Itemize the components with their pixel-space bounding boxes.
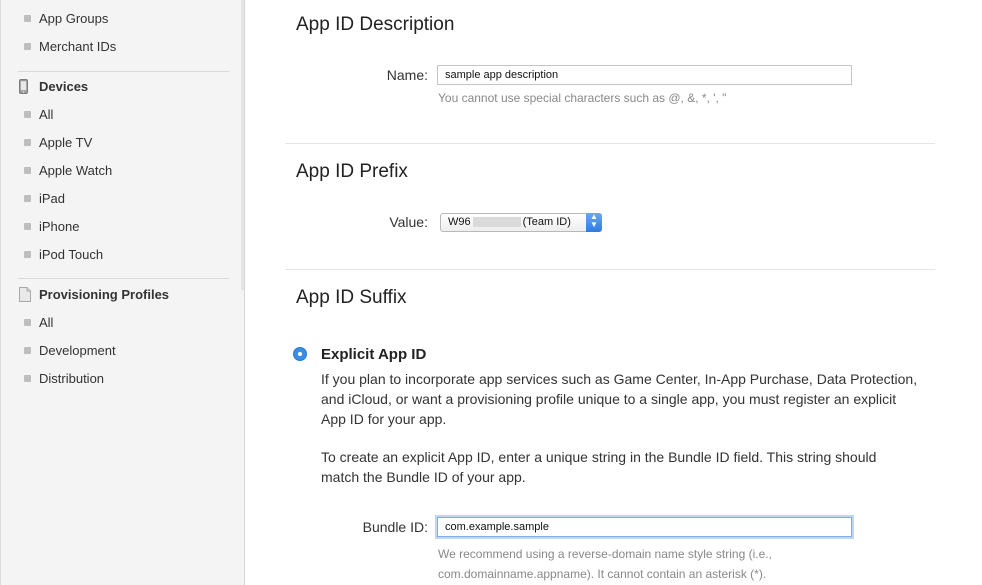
section-divider bbox=[285, 269, 935, 270]
sidebar-item-ipad[interactable]: iPad bbox=[24, 190, 66, 208]
section-divider bbox=[285, 143, 935, 144]
name-label: Name: bbox=[386, 67, 428, 83]
value-label: Value: bbox=[389, 214, 428, 230]
bullet-icon bbox=[24, 15, 31, 22]
sidebar-heading-label: Provisioning Profiles bbox=[39, 287, 170, 302]
sidebar-item-merchant-ids[interactable]: Merchant IDs bbox=[24, 38, 117, 56]
team-id-prefix: W96 bbox=[448, 216, 471, 228]
main-content: App ID Description Name: You cannot use … bbox=[246, 0, 982, 585]
bundle-id-label: Bundle ID: bbox=[362, 519, 428, 535]
sidebar-item-label: iPod Touch bbox=[39, 247, 104, 262]
device-icon bbox=[19, 79, 28, 99]
bullet-icon bbox=[24, 347, 31, 354]
sidebar-item-label: Development bbox=[39, 343, 116, 358]
bundle-id-hint: We recommend using a reverse-domain name… bbox=[438, 547, 772, 581]
sidebar-divider bbox=[18, 71, 229, 72]
sidebar-item-profiles-all[interactable]: All bbox=[24, 314, 54, 332]
sidebar-item-label: Merchant IDs bbox=[39, 39, 117, 54]
explicit-app-id-instructions: To create an explicit App ID, enter a un… bbox=[321, 449, 877, 485]
bullet-icon bbox=[24, 375, 31, 382]
select-arrows-icon: ▲ ▼ bbox=[586, 213, 602, 232]
sidebar-heading-provisioning-profiles: Provisioning Profiles bbox=[19, 286, 170, 304]
sidebar: App Groups Merchant IDs Devices All Appl… bbox=[0, 0, 245, 585]
name-input[interactable] bbox=[437, 65, 852, 85]
name-hint: You cannot use special characters such a… bbox=[438, 91, 727, 105]
suffix-section-title: App ID Suffix bbox=[296, 287, 407, 308]
bullet-icon bbox=[24, 251, 31, 258]
sidebar-resize-handle[interactable] bbox=[241, 0, 244, 290]
sidebar-item-ipod-touch[interactable]: iPod Touch bbox=[24, 246, 104, 264]
bullet-icon bbox=[24, 43, 31, 50]
document-icon bbox=[19, 287, 31, 307]
prefix-section-title: App ID Prefix bbox=[296, 161, 408, 182]
bullet-icon bbox=[24, 319, 31, 326]
sidebar-item-development[interactable]: Development bbox=[24, 342, 116, 360]
sidebar-item-app-groups[interactable]: App Groups bbox=[24, 10, 109, 28]
explicit-app-id-description: If you plan to incorporate app services … bbox=[321, 371, 918, 427]
bullet-icon bbox=[24, 195, 31, 202]
sidebar-heading-devices: Devices bbox=[19, 78, 89, 96]
sidebar-item-label: App Groups bbox=[39, 11, 109, 26]
sidebar-item-label: iPad bbox=[39, 191, 66, 206]
sidebar-item-distribution[interactable]: Distribution bbox=[24, 370, 105, 388]
sidebar-item-apple-tv[interactable]: Apple TV bbox=[24, 134, 93, 152]
sidebar-item-label: Apple TV bbox=[39, 135, 93, 150]
sidebar-item-label: Apple Watch bbox=[39, 163, 113, 178]
sidebar-item-devices-all[interactable]: All bbox=[24, 106, 54, 124]
sidebar-item-label: Distribution bbox=[39, 371, 105, 386]
team-id-select[interactable]: W96 (Team ID) ▲ ▼ bbox=[440, 213, 602, 232]
sidebar-heading-label: Devices bbox=[39, 79, 89, 94]
sidebar-item-apple-watch[interactable]: Apple Watch bbox=[24, 162, 113, 180]
explicit-app-id-radio[interactable] bbox=[293, 347, 307, 361]
sidebar-item-label: All bbox=[39, 315, 54, 330]
bullet-icon bbox=[24, 223, 31, 230]
sidebar-item-label: All bbox=[39, 107, 54, 122]
sidebar-divider bbox=[18, 278, 229, 279]
description-section-title: App ID Description bbox=[296, 14, 455, 35]
explicit-app-id-title: Explicit App ID bbox=[321, 346, 427, 363]
redacted-mask bbox=[472, 217, 521, 228]
team-id-suffix: (Team ID) bbox=[522, 216, 571, 228]
bundle-id-input[interactable] bbox=[437, 517, 852, 537]
sidebar-item-label: iPhone bbox=[39, 219, 80, 234]
bullet-icon bbox=[24, 167, 31, 174]
bullet-icon bbox=[24, 139, 31, 146]
bullet-icon bbox=[24, 111, 31, 118]
sidebar-item-iphone[interactable]: iPhone bbox=[24, 218, 80, 236]
